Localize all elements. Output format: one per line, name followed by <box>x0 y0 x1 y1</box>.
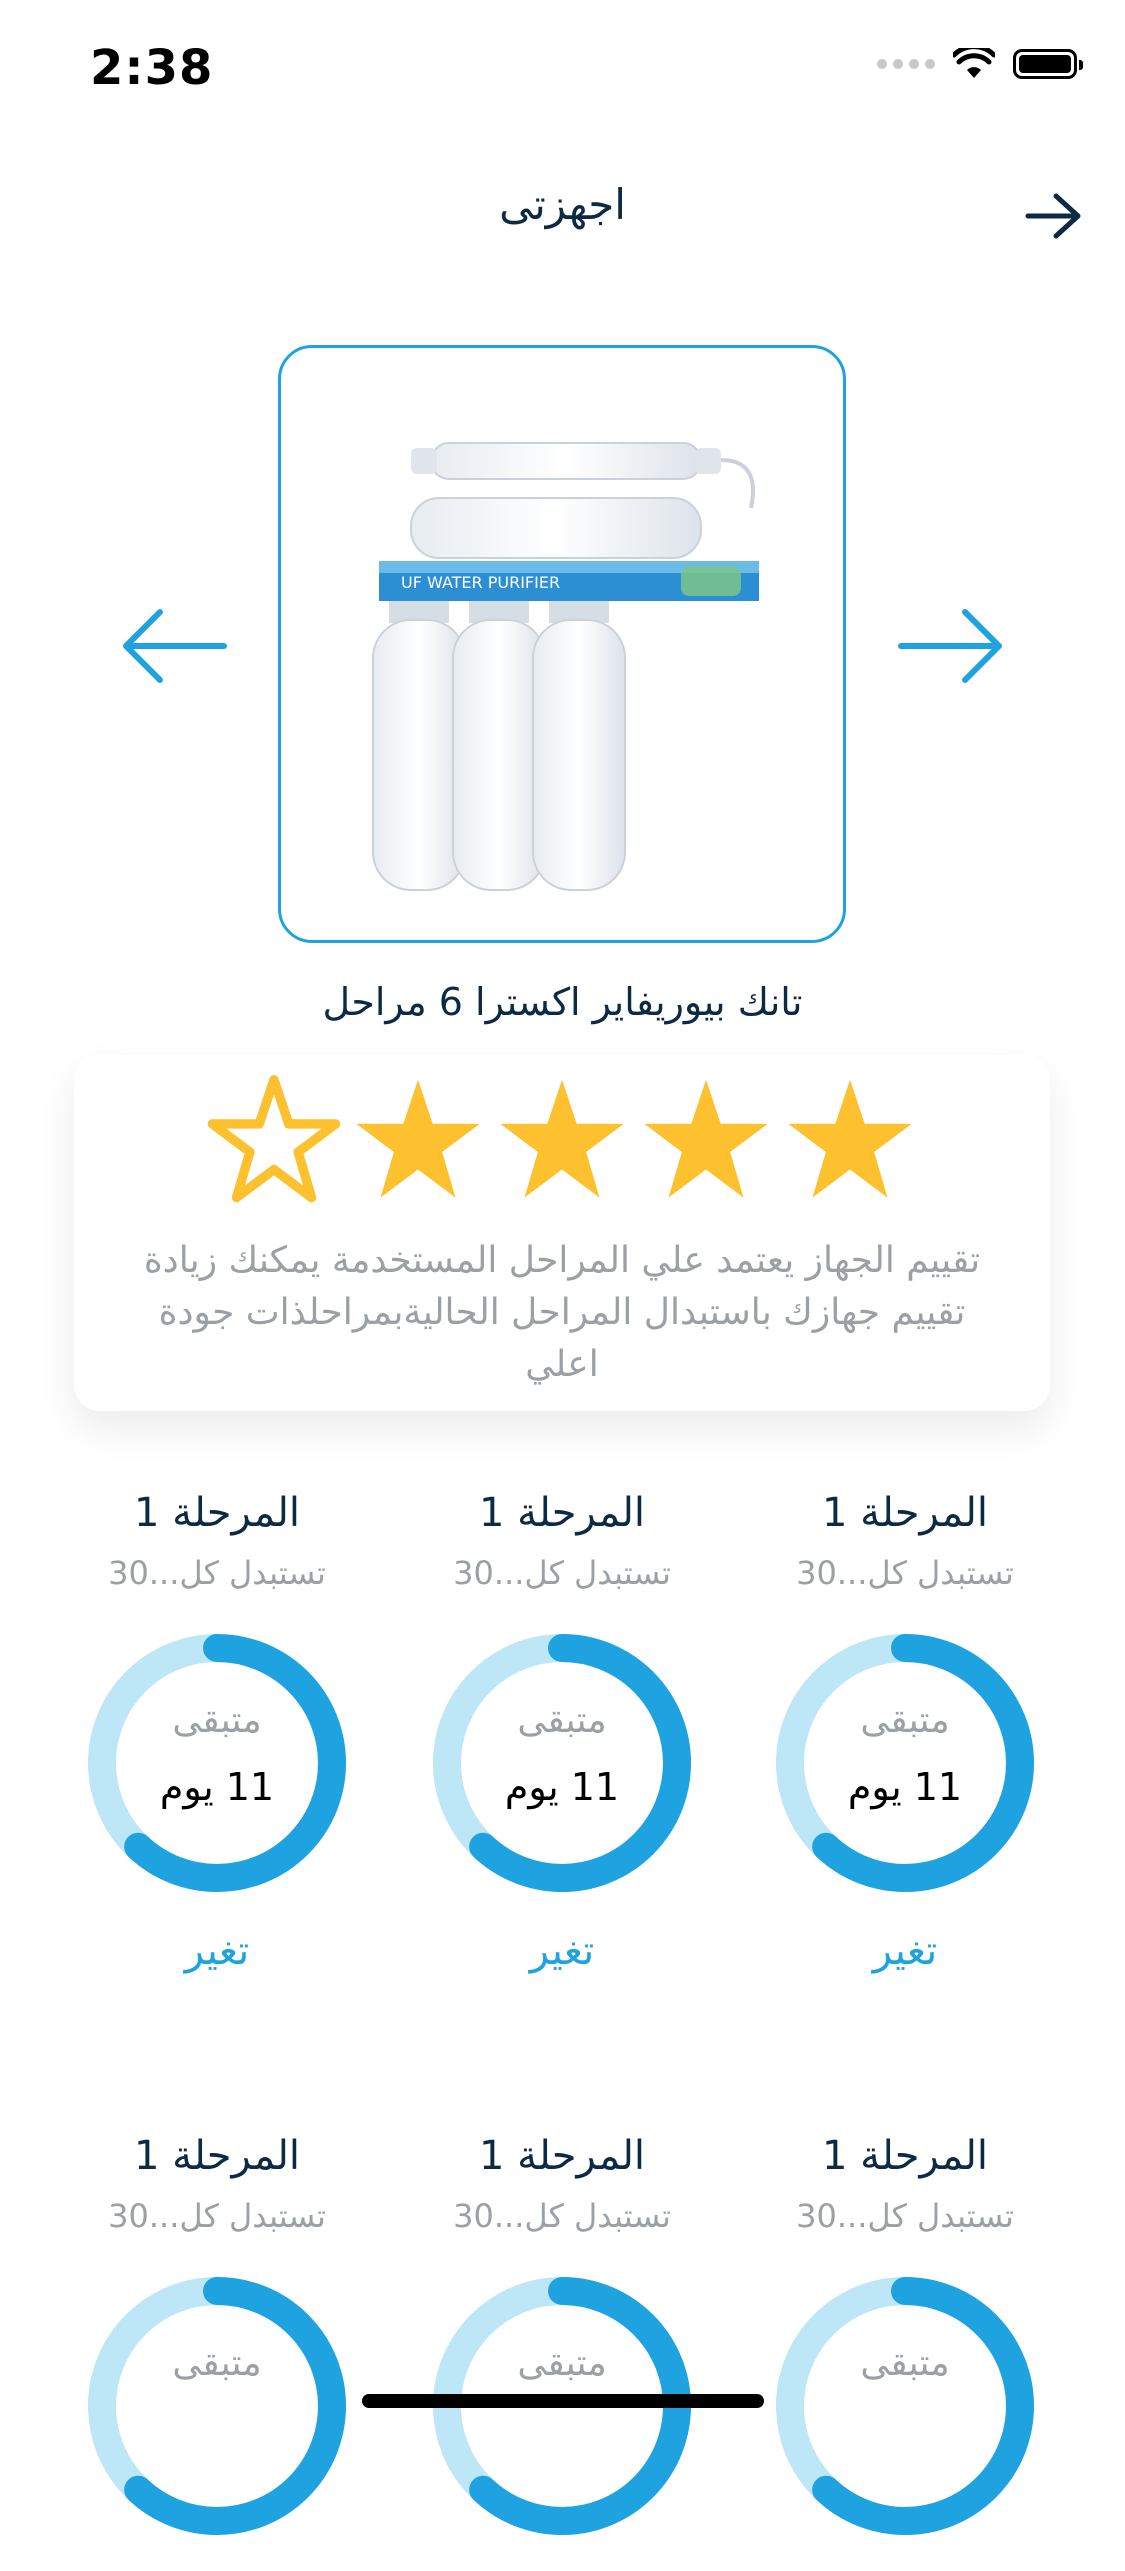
previous-device-button[interactable] <box>120 608 230 684</box>
next-device-button[interactable] <box>895 608 1005 684</box>
wifi-icon <box>953 48 995 78</box>
stage-interval: تستبدل كل...30 <box>796 1554 1014 1592</box>
remaining-progress-ring: متبقى <box>762 2263 1048 2549</box>
change-stage-link[interactable]: تغير <box>72 1928 362 1974</box>
battery-icon <box>1013 49 1083 79</box>
status-icons <box>877 48 1083 80</box>
star-outline-icon <box>207 1075 341 1203</box>
star-filled-icon <box>356 1079 480 1198</box>
rating-card: تقييم الجهاز يعتمد علي المراحل المستخدمة… <box>74 1055 1050 1411</box>
remaining-progress-ring: متبقى 11 يوم <box>74 1620 360 1906</box>
rating-description: تقييم الجهاز يعتمد علي المراحل المستخدمة… <box>143 1240 981 1385</box>
back-button[interactable] <box>1021 186 1087 246</box>
stage-title: المرحلة 1 <box>821 2133 989 2179</box>
stage-interval: تستبدل كل...30 <box>453 1554 671 1592</box>
remaining-progress-ring: متبقى 11 يوم <box>419 1620 705 1906</box>
remaining-days: 11 يوم <box>847 1765 963 1809</box>
product-name: تانك بيوريفاير اكسترا 6 مراحل <box>322 980 803 1024</box>
change-stage-link[interactable]: تغير <box>760 1928 1050 1974</box>
water-purifier-image: UF WATER PURIFIER <box>372 442 759 891</box>
stage-card: المرحلة 1 تستبدل كل...30 متبقى <box>72 2133 362 2571</box>
stage-card: المرحلة 1 تستبدل كل...30 متبقى 11 يوم تغير <box>417 1490 707 1974</box>
arrow-right-icon <box>1025 193 1081 239</box>
remaining-label: متبقى <box>517 2343 607 2384</box>
remaining-label: متبقى <box>172 1700 262 1741</box>
change-stage-link[interactable]: تغير <box>417 1928 707 1974</box>
stage-card: المرحلة 1 تستبدل كل...30 متبقى 11 يوم تغير <box>72 1490 362 1974</box>
stage-title: المرحلة 1 <box>133 2133 301 2179</box>
stage-interval: تستبدل كل...30 <box>108 1554 326 1592</box>
remaining-label: متبقى <box>860 1700 950 1741</box>
product-image-card[interactable]: UF WATER PURIFIER <box>278 345 846 943</box>
star-filled-icon <box>500 1079 624 1198</box>
stage-interval: تستبدل كل...30 <box>796 2197 1014 2235</box>
remaining-progress-ring: متبقى <box>74 2263 360 2549</box>
remaining-days: 11 يوم <box>504 1765 620 1809</box>
stage-title: المرحلة 1 <box>133 1490 301 1536</box>
star-filled-icon <box>788 1079 912 1198</box>
stage-title: المرحلة 1 <box>478 1490 646 1536</box>
stage-interval: تستبدل كل...30 <box>453 2197 671 2235</box>
home-indicator <box>362 2394 764 2408</box>
stage-card: المرحلة 1 تستبدل كل...30 متبقى <box>417 2133 707 2571</box>
rating-stars <box>74 1073 1050 1207</box>
remaining-days: 11 يوم <box>159 1765 275 1809</box>
stage-interval: تستبدل كل...30 <box>108 2197 326 2235</box>
page-title: اجهزتى <box>499 180 626 229</box>
stage-title: المرحلة 1 <box>821 1490 989 1536</box>
status-time: 2:38 <box>90 40 214 96</box>
remaining-label: متبقى <box>517 1700 607 1741</box>
remaining-label: متبقى <box>860 2343 950 2384</box>
stage-title: المرحلة 1 <box>478 2133 646 2179</box>
remaining-label: متبقى <box>172 2343 262 2384</box>
stage-card: المرحلة 1 تستبدل كل...30 متبقى 11 يوم تغير <box>760 1490 1050 1974</box>
remaining-progress-ring: متبقى 11 يوم <box>762 1620 1048 1906</box>
star-filled-icon <box>644 1079 768 1198</box>
stage-card: المرحلة 1 تستبدل كل...30 متبقى <box>760 2133 1050 2571</box>
product-image-label: UF WATER PURIFIER <box>401 573 560 592</box>
cellular-signal-icon <box>877 59 935 69</box>
